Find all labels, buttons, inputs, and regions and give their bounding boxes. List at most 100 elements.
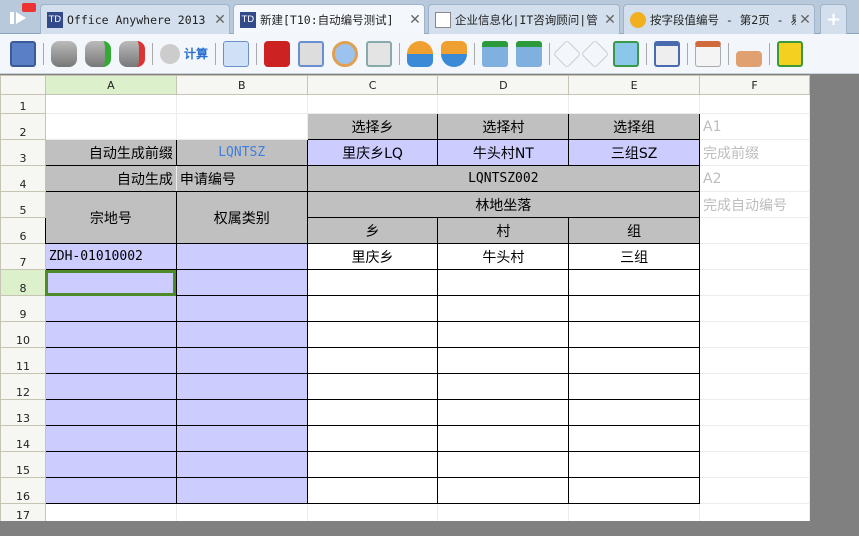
cell-f16[interactable] — [699, 477, 810, 504]
cell-b17[interactable] — [175, 503, 308, 521]
cell-c10[interactable] — [306, 321, 439, 348]
cell-c3[interactable]: 里庆乡LQ — [306, 139, 439, 166]
cell-e15[interactable] — [568, 451, 701, 478]
cell-d13[interactable] — [437, 399, 570, 426]
cell-d10[interactable] — [437, 321, 570, 348]
cell-a10[interactable] — [44, 321, 177, 348]
row-header[interactable]: 8 — [0, 269, 46, 296]
cell-c1[interactable] — [306, 94, 439, 114]
zoom-icon[interactable] — [332, 40, 359, 67]
close-icon[interactable]: ✕ — [601, 12, 619, 28]
cell-d17[interactable] — [437, 503, 570, 521]
row-header[interactable]: 11 — [0, 347, 46, 374]
cell-e7[interactable]: 三组 — [568, 243, 701, 270]
cell-a16[interactable] — [44, 477, 177, 504]
cell-f3[interactable]: 完成前缀 — [699, 139, 810, 166]
row-header[interactable]: 7 — [0, 243, 46, 270]
cell-e3[interactable]: 三组SZ — [568, 139, 701, 166]
cell-a1[interactable] — [44, 94, 177, 114]
cell-f5[interactable]: 完成自动编号 — [699, 191, 810, 218]
copy-icon[interactable] — [580, 39, 610, 68]
cell-f1[interactable] — [699, 94, 810, 114]
cell-e17[interactable] — [568, 503, 701, 521]
row-header[interactable]: 17 — [0, 503, 46, 521]
cell-c17[interactable] — [306, 503, 439, 521]
gear-icon[interactable] — [160, 43, 180, 64]
corner-cell[interactable] — [0, 75, 46, 95]
unlock-icon[interactable] — [736, 50, 763, 67]
spreadsheet[interactable]: A B C D E F 1 2 选择乡 选择村 选择组 A1 3 自动生成前缀 … — [0, 75, 810, 521]
print-preview-icon[interactable] — [298, 40, 325, 67]
cell-e1[interactable] — [568, 94, 701, 114]
cell-c2[interactable]: 选择乡 — [306, 113, 439, 140]
cell-b2[interactable] — [175, 113, 308, 140]
window-icon[interactable] — [654, 40, 681, 67]
column-header-a[interactable]: A — [44, 75, 177, 95]
cell-c13[interactable] — [306, 399, 439, 426]
cell-a17[interactable] — [44, 503, 177, 521]
cell-f10[interactable] — [699, 321, 810, 348]
cell-b14[interactable] — [175, 425, 308, 452]
cell-c11[interactable] — [306, 347, 439, 374]
cell-e11[interactable] — [568, 347, 701, 374]
cell-a3[interactable]: 自动生成前缀 — [44, 139, 177, 166]
cell-d7[interactable]: 牛头村 — [437, 243, 570, 270]
calculate-button[interactable]: 计算 — [184, 45, 208, 62]
cut-icon[interactable] — [552, 39, 582, 68]
close-icon[interactable]: ✕ — [796, 12, 814, 28]
cell-d15[interactable] — [437, 451, 570, 478]
cell-e2[interactable]: 选择组 — [568, 113, 701, 140]
cell-c6[interactable]: 乡 — [306, 217, 439, 244]
cell-e9[interactable] — [568, 295, 701, 322]
cell-b15[interactable] — [175, 451, 308, 478]
cell-a9[interactable] — [44, 295, 177, 322]
close-icon[interactable]: ✕ — [406, 12, 424, 28]
row-header[interactable]: 1 — [0, 94, 46, 114]
row-header[interactable]: 9 — [0, 295, 46, 322]
new-tab-button[interactable]: + — [820, 4, 847, 34]
cell-f9[interactable] — [699, 295, 810, 322]
row-header[interactable]: 15 — [0, 451, 46, 478]
cell-b7[interactable] — [175, 243, 308, 270]
cell-d1[interactable] — [437, 94, 570, 114]
cell-f6[interactable] — [699, 217, 810, 244]
cell-e16[interactable] — [568, 477, 701, 504]
cell-a12[interactable] — [44, 373, 177, 400]
cell-b13[interactable] — [175, 399, 308, 426]
calendar-icon[interactable] — [695, 40, 722, 67]
cell-d11[interactable] — [437, 347, 570, 374]
cell-e13[interactable] — [568, 399, 701, 426]
add-record-icon[interactable] — [51, 40, 77, 67]
import-record-icon[interactable] — [85, 40, 111, 67]
cell-c5-merged[interactable]: 林地坐落 — [306, 191, 701, 218]
cell-c4-merged[interactable]: LQNTSZ002 — [306, 165, 701, 192]
delete-record-icon[interactable] — [119, 40, 145, 67]
cell-d9[interactable] — [437, 295, 570, 322]
cell-c12[interactable] — [306, 373, 439, 400]
cell-d12[interactable] — [437, 373, 570, 400]
cell-f11[interactable] — [699, 347, 810, 374]
cell-b16[interactable] — [175, 477, 308, 504]
cell-f8[interactable] — [699, 269, 810, 296]
cell-c14[interactable] — [306, 425, 439, 452]
row-header[interactable]: 6 — [0, 217, 46, 244]
save-icon[interactable] — [10, 40, 36, 67]
column-header-d[interactable]: D — [437, 75, 570, 95]
tab-new-t10[interactable]: TD 新建[T10:自动编号测试] ✕ — [233, 4, 425, 35]
cell-a2[interactable] — [44, 113, 177, 140]
row-header[interactable]: 13 — [0, 399, 46, 426]
cell-c7[interactable]: 里庆乡 — [306, 243, 439, 270]
cell-b8[interactable] — [175, 269, 308, 296]
cell-a14[interactable] — [44, 425, 177, 452]
cell-c8[interactable] — [306, 269, 439, 296]
upload-icon[interactable] — [407, 40, 434, 67]
row-header[interactable]: 12 — [0, 373, 46, 400]
cell-f14[interactable] — [699, 425, 810, 452]
cell-a11[interactable] — [44, 347, 177, 374]
cell-f2[interactable]: A1 — [699, 113, 810, 140]
row-header[interactable]: 3 — [0, 139, 46, 166]
cell-b4[interactable]: 申请编号 — [175, 165, 308, 192]
cell-d8[interactable] — [437, 269, 570, 296]
cell-f12[interactable] — [699, 373, 810, 400]
tab-field-numbering[interactable]: 按字段值编号 - 第2页 - 易 ✕ — [623, 4, 815, 34]
